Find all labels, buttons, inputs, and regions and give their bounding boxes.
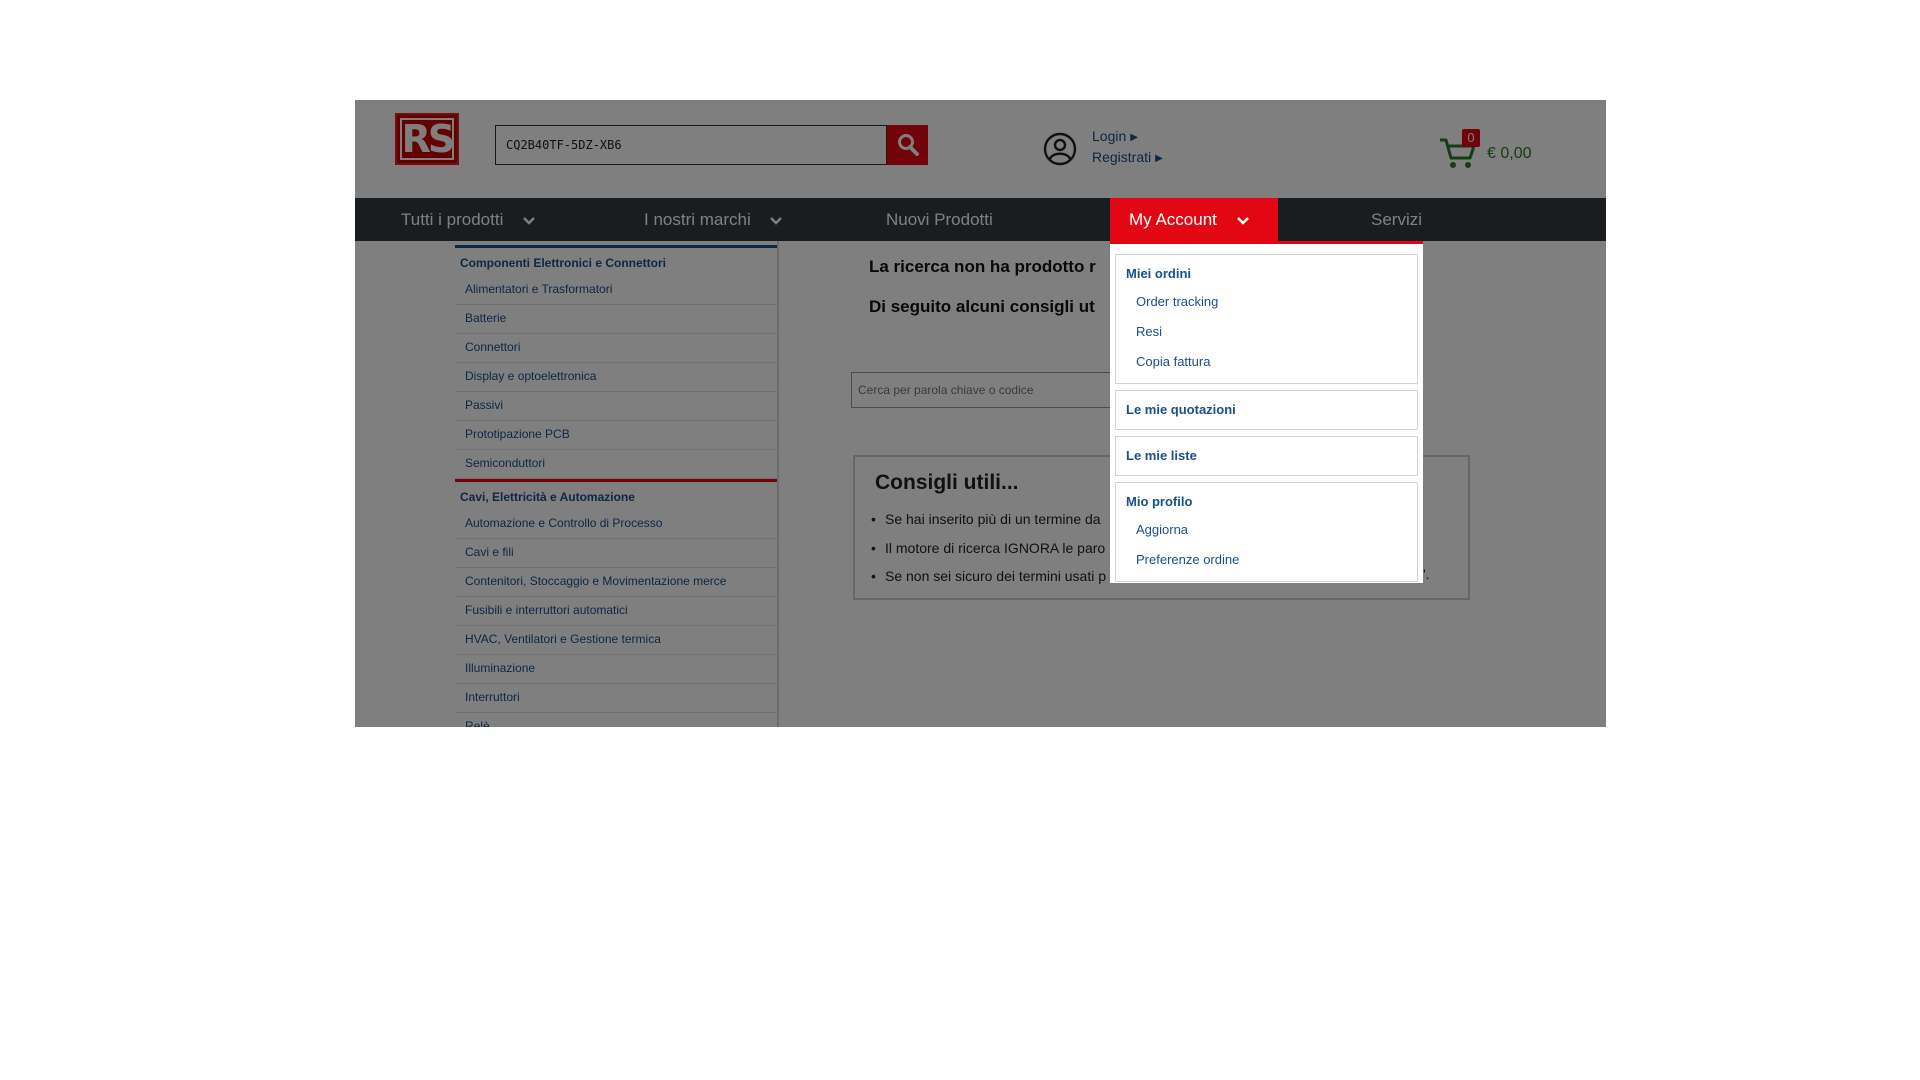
cart-count-badge: 0 — [1462, 129, 1480, 147]
sidebar-category-title[interactable]: Cavi, Elettricità e Automazione — [455, 479, 777, 510]
nav-services[interactable]: Servizi — [1371, 198, 1422, 241]
order-preferences-link[interactable]: Preferenze ordine — [1116, 545, 1417, 575]
tips-title: Consigli utili... — [875, 471, 1019, 494]
sidebar-item[interactable]: HVAC, Ventilatori e Gestione termica — [455, 626, 777, 655]
nav-brands[interactable]: I nostri marchi — [644, 198, 783, 241]
account-icon[interactable] — [1043, 132, 1077, 166]
returns-link[interactable]: Resi — [1116, 317, 1417, 347]
sidebar-item[interactable]: Batterie — [455, 305, 777, 334]
page: RS Login▶ Registrati▶ 0 € 0,00 Tutti i p… — [355, 100, 1606, 727]
update-profile-link[interactable]: Aggiorna — [1116, 515, 1417, 545]
nav-brands-label: I nostri marchi — [644, 210, 751, 229]
invoice-copy-link[interactable]: Copia fattura — [1116, 347, 1417, 377]
chevron-down-icon — [770, 216, 783, 225]
order-tracking-link[interactable]: Order tracking — [1116, 287, 1417, 317]
sidebar-item[interactable]: Contenitori, Stoccaggio e Movimentazione… — [455, 568, 777, 597]
quotes-group: Le mie quotazioni — [1115, 390, 1418, 430]
orders-group: Miei ordini Order tracking Resi Copia fa… — [1115, 254, 1418, 384]
rs-logo[interactable]: RS — [395, 113, 459, 165]
chevron-down-icon — [1236, 216, 1249, 225]
profile-group: Mio profilo Aggiorna Preferenze ordine — [1115, 482, 1418, 582]
lists-group: Le mie liste — [1115, 436, 1418, 476]
header: RS Login▶ Registrati▶ 0 € 0,00 — [355, 100, 1606, 198]
sidebar-item[interactable]: Display e optoelettronica — [455, 363, 777, 392]
no-results-message: La ricerca non ha prodotto r — [869, 257, 1096, 276]
login-label: Login — [1092, 128, 1127, 144]
search-input[interactable] — [496, 126, 886, 164]
search-box — [495, 125, 887, 165]
sidebar-item[interactable]: Semiconduttori — [455, 450, 777, 479]
search-button[interactable] — [887, 125, 928, 165]
nav-all-products[interactable]: Tutti i prodotti — [401, 198, 536, 241]
nav-new-products[interactable]: Nuovi Prodotti — [886, 198, 993, 241]
tip-item: Se hai inserito più di un termine da — [871, 511, 1101, 527]
tips-intro-message: Di seguito alcuni consigli ut — [869, 297, 1095, 316]
search-icon — [897, 134, 919, 156]
nav-new-products-label: Nuovi Prodotti — [886, 210, 993, 229]
nav-all-products-label: Tutti i prodotti — [401, 210, 504, 229]
sidebar-item[interactable]: Fusibili e interruttori automatici — [455, 597, 777, 626]
cart-total[interactable]: € 0,00 — [1487, 145, 1531, 163]
chevron-down-icon — [523, 216, 535, 225]
sidebar-item[interactable]: Connettori — [455, 334, 777, 363]
account-dropdown: Miei ordini Order tracking Resi Copia fa… — [1110, 244, 1423, 583]
profile-heading[interactable]: Mio profilo — [1116, 489, 1417, 515]
caret-right-icon: ▶ — [1130, 132, 1138, 143]
nav-my-account[interactable]: My Account — [1110, 198, 1278, 241]
nav-my-account-label: My Account — [1129, 210, 1217, 229]
tip-item: Il motore di ricerca IGNORA le paro — [871, 540, 1105, 556]
nav-services-label: Servizi — [1371, 210, 1423, 229]
register-label: Registrati — [1092, 149, 1152, 165]
quotes-link[interactable]: Le mie quotazioni — [1116, 397, 1417, 423]
login-link[interactable]: Login ▶ — [1092, 128, 1138, 144]
sidebar-item[interactable]: Cavi e fili — [455, 539, 777, 568]
sidebar-item[interactable]: Automazione e Controllo di Processo — [455, 510, 777, 539]
sidebar-item[interactable]: Illuminazione — [455, 655, 777, 684]
secondary-search-box — [851, 372, 1141, 408]
sidebar-item[interactable]: Relè — [455, 713, 777, 727]
sidebar-item[interactable]: Interruttori — [455, 684, 777, 713]
main-nav: Tutti i prodotti I nostri marchi Nuovi P… — [355, 198, 1606, 241]
secondary-search-input[interactable] — [852, 373, 1140, 407]
lists-link[interactable]: Le mie liste — [1116, 443, 1417, 469]
sidebar-category-title[interactable]: Componenti Elettronici e Connettori — [455, 245, 777, 276]
tip-item: Se non sei sicuro dei termini usati p — [871, 568, 1106, 584]
sidebar-item[interactable]: Alimentatori e Trasformatori — [455, 276, 777, 305]
logo-border — [400, 118, 454, 160]
category-sidebar: Componenti Elettronici e Connettori Alim… — [455, 241, 779, 727]
register-link[interactable]: Registrati ▶ — [1092, 149, 1163, 165]
sidebar-item[interactable]: Prototipazione PCB — [455, 421, 777, 450]
sidebar-item[interactable]: Passivi — [455, 392, 777, 421]
orders-heading[interactable]: Miei ordini — [1116, 261, 1417, 287]
caret-right-icon: ▶ — [1155, 153, 1163, 164]
